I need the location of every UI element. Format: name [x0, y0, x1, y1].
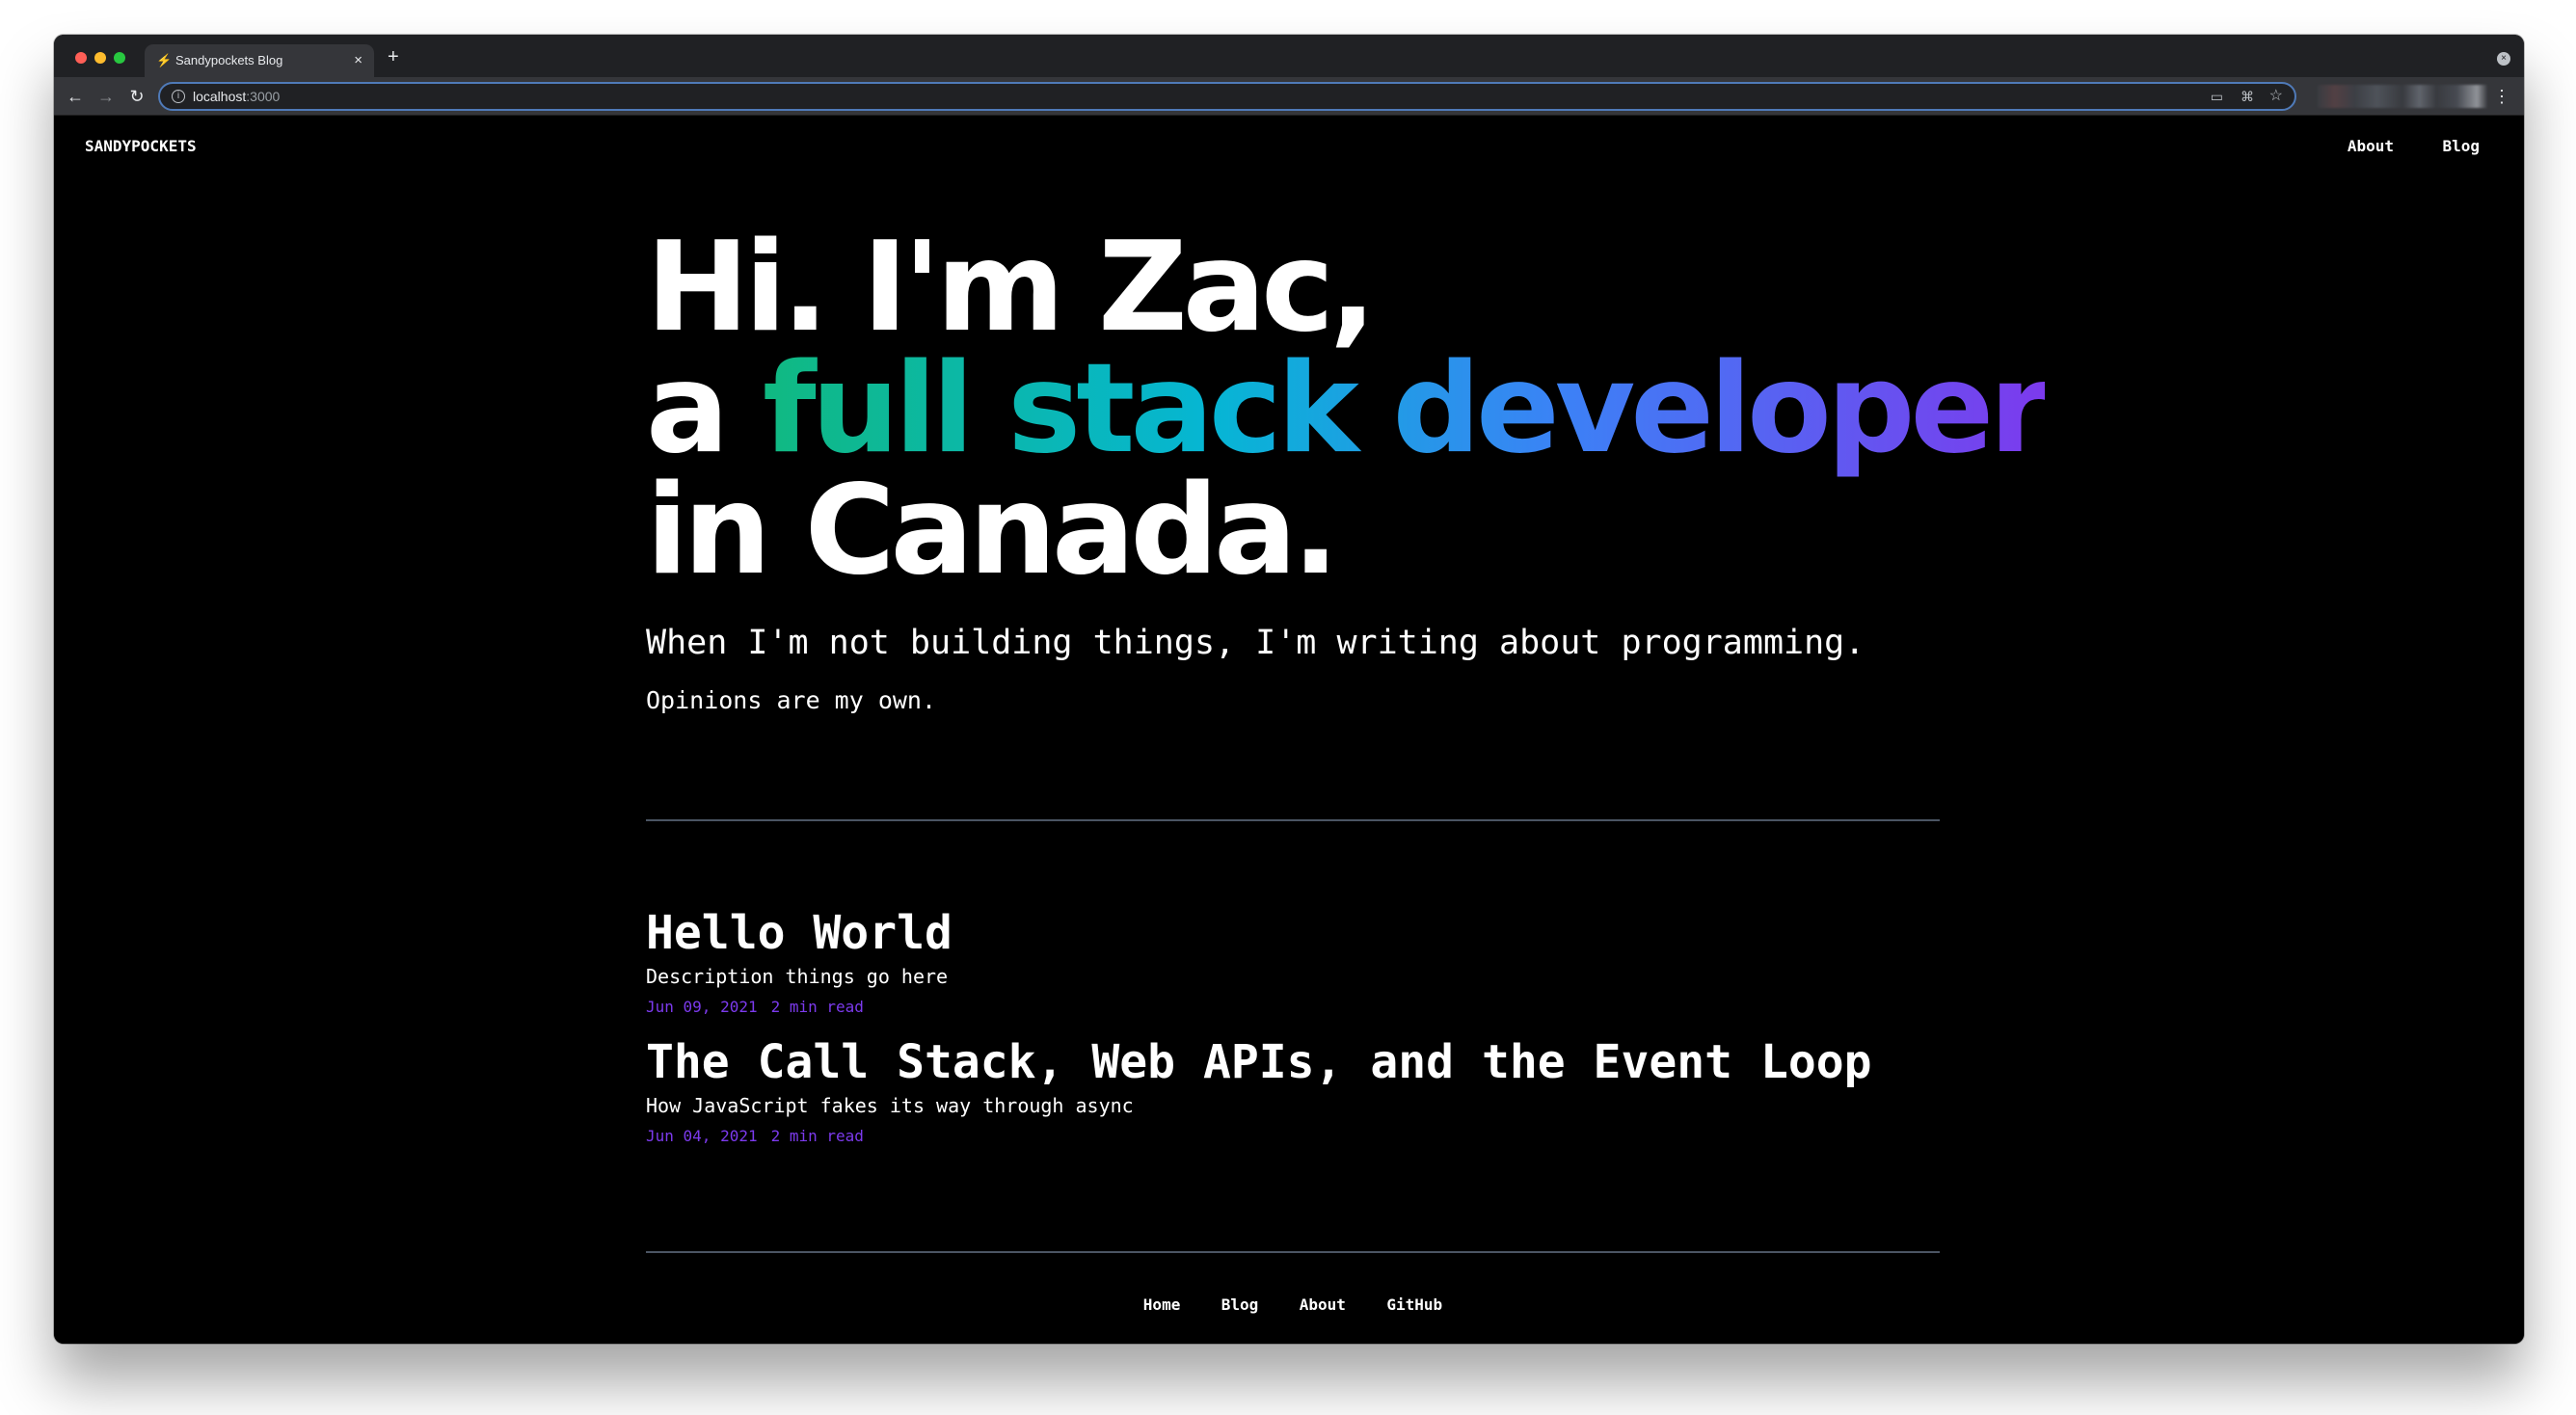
hero-note: Opinions are my own.	[646, 686, 937, 714]
hero-line-3: in Canada.	[646, 459, 1339, 602]
info-icon[interactable]: i	[172, 90, 185, 103]
post-description: Description things go here	[646, 965, 949, 988]
hero-subtitle: When I'm not building things, I'm writin…	[646, 624, 1865, 662]
browser-tab[interactable]: ⚡ Sandypockets Blog ×	[145, 44, 374, 77]
minimize-window-button[interactable]	[94, 52, 106, 64]
nav-link-about[interactable]: About	[2348, 137, 2394, 155]
tab-title: Sandypockets Blog	[175, 53, 283, 67]
hero-section: Hi. I'm Zac, a full stack developer in C…	[646, 216, 2050, 717]
post-title[interactable]: The Call Stack, Web APIs, and the Event …	[646, 1033, 1940, 1091]
hero-line-1: Hi. I'm Zac,	[646, 216, 1377, 360]
footer-link-github[interactable]: GitHub	[1386, 1295, 1442, 1314]
site-logo[interactable]: SANDYPOCKETS	[85, 137, 197, 155]
kebab-menu-icon[interactable]: ⋮	[2493, 83, 2510, 110]
bolt-favicon-icon: ⚡	[156, 53, 173, 67]
maximize-window-button[interactable]	[114, 52, 125, 64]
footer-divider	[646, 1251, 1940, 1253]
post-item[interactable]: The Call Stack, Web APIs, and the Event …	[646, 1033, 1940, 1149]
forward-arrow-icon[interactable]: →	[93, 83, 120, 110]
tab-close-icon[interactable]: ×	[354, 44, 362, 77]
post-date: Jun 09, 2021	[646, 998, 758, 1016]
post-meta: Jun 04, 2021 2 min read	[646, 1124, 1940, 1149]
cast-icon[interactable]: ▭	[2211, 84, 2223, 109]
footer-link-home[interactable]: Home	[1143, 1295, 1181, 1314]
footer-nav: Home Blog About GitHub	[646, 1295, 1940, 1315]
post-list: Hello World Description things go here J…	[646, 904, 1940, 1162]
url-text[interactable]: localhost:3000	[193, 84, 280, 109]
reload-icon[interactable]: ↻	[123, 83, 150, 110]
page-content: SANDYPOCKETS About Blog Hi. I'm Zac, a f…	[54, 116, 2524, 1344]
url-host: localhost	[193, 89, 247, 104]
post-read-time: 2 min read	[770, 1127, 864, 1145]
footer-link-about[interactable]: About	[1300, 1295, 1346, 1314]
close-window-button[interactable]	[75, 52, 87, 64]
browser-window: ⚡ Sandypockets Blog × + × ← → ↻ i localh…	[54, 35, 2524, 1344]
address-bar[interactable]: i localhost:3000 ▭ ⌘ ☆	[158, 82, 2296, 111]
extension-icon[interactable]: ⌘	[2241, 84, 2254, 109]
footer-link-blog[interactable]: Blog	[1221, 1295, 1259, 1314]
post-read-time: 2 min read	[770, 998, 864, 1016]
hero-title: Hi. I'm Zac, a full stack developer in C…	[646, 216, 2050, 602]
post-date: Jun 04, 2021	[646, 1127, 758, 1145]
profile-icon[interactable]: ×	[2497, 52, 2510, 66]
hero-line-2: a full stack developer	[646, 348, 2050, 471]
post-meta: Jun 09, 2021 2 min read	[646, 995, 1940, 1020]
nav-link-blog[interactable]: Blog	[2442, 137, 2480, 155]
url-port: :3000	[246, 89, 281, 104]
browser-toolbar: ← → ↻ i localhost:3000 ▭ ⌘ ☆ ⋮	[54, 77, 2524, 116]
blurred-extensions-area	[2318, 85, 2487, 108]
back-arrow-icon[interactable]: ←	[62, 83, 89, 110]
star-icon[interactable]: ☆	[2269, 84, 2283, 109]
section-divider	[646, 819, 1940, 821]
new-tab-button[interactable]: +	[388, 42, 399, 71]
post-title[interactable]: Hello World	[646, 904, 1940, 962]
top-nav: About Blog	[2303, 137, 2480, 156]
tab-bar: ⚡ Sandypockets Blog × + ×	[54, 35, 2524, 77]
post-description: How JavaScript fakes its way through asy…	[646, 1094, 1134, 1117]
post-item[interactable]: Hello World Description things go here J…	[646, 904, 1940, 1020]
